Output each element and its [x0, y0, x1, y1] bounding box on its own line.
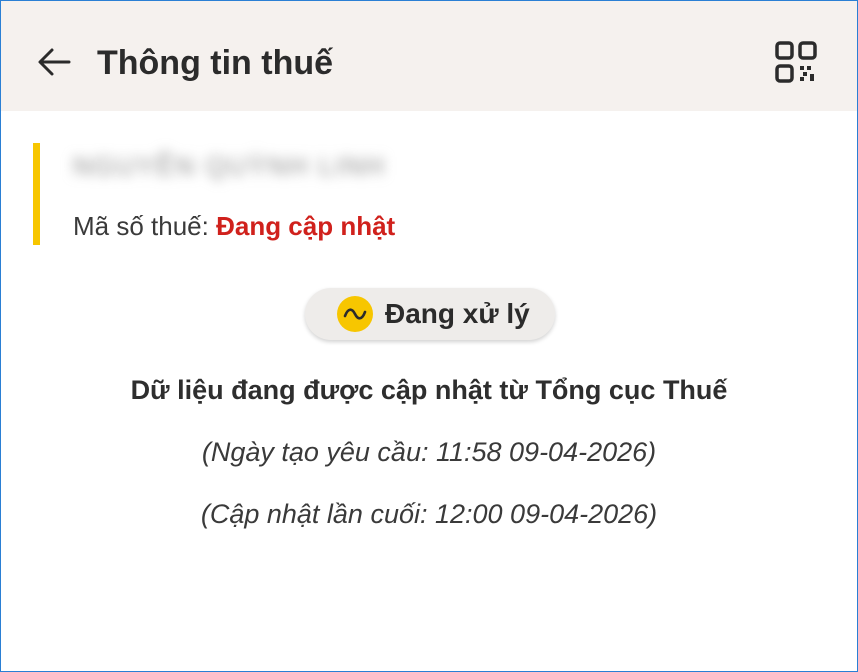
back-button[interactable]: [31, 39, 77, 85]
app-header: Thông tin thuế: [1, 1, 857, 111]
accent-bar: [33, 143, 40, 245]
taxpayer-card: NGUYỄN QUỲNH LINH Mã số thuế: Đang cập n…: [33, 143, 633, 245]
update-message: Dữ liệu đang được cập nhật từ Tổng cục T…: [130, 375, 728, 405]
request-time: (Ngày tạo yêu cầu: 11:58 09-04-2026): [201, 437, 657, 467]
tax-code-row: Mã số thuế: Đang cập nhật: [73, 211, 395, 242]
last-update-time: (Cập nhật lần cuối: 12:00 09-04-2026): [200, 499, 658, 529]
status-label: Đang xử lý: [385, 298, 530, 329]
arrow-left-icon: [38, 48, 71, 76]
wave-icon: [337, 296, 373, 332]
taxpayer-name: NGUYỄN QUỲNH LINH: [73, 151, 386, 181]
qr-code-icon: [775, 41, 817, 83]
tax-code-label: Mã số thuế:: [73, 211, 217, 241]
page-title: Thông tin thuế: [97, 44, 334, 82]
qr-code-button[interactable]: [771, 37, 821, 87]
tax-code-value: Đang cập nhật: [216, 211, 396, 241]
status-badge: Đang xử lý: [305, 288, 555, 340]
